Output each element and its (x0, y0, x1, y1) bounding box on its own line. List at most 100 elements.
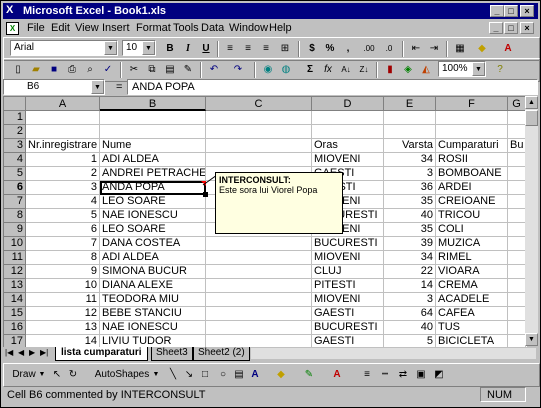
row-header[interactable]: 7 (4, 195, 26, 209)
cell-c14[interactable] (206, 293, 312, 307)
cell-g9[interactable] (508, 223, 526, 237)
cell-b7[interactable]: LEO SOARE (100, 195, 206, 209)
cell-b9[interactable]: LEO SOARE (100, 223, 206, 237)
cell-c3[interactable] (206, 139, 312, 153)
rectangle-icon[interactable]: □ (198, 367, 212, 383)
cell-a15[interactable]: 12 (26, 307, 100, 321)
cell-d3[interactable]: Oras (312, 139, 384, 153)
drawing-icon[interactable]: ◭ (418, 62, 434, 78)
sort-ascending-icon[interactable]: A↓ (338, 62, 354, 78)
cell-b8[interactable]: NAE IONESCU (100, 209, 206, 223)
cell-d16[interactable]: BUCURESTI (312, 321, 384, 335)
decrease-decimal-icon[interactable]: .0 (380, 41, 398, 57)
cell-c16[interactable] (206, 321, 312, 335)
row-header[interactable]: 4 (4, 153, 26, 167)
draw-menu-button[interactable]: Draw (10, 367, 38, 383)
prev-sheet-icon[interactable]: ◀ (18, 348, 24, 357)
sheet-tab[interactable]: Sheet3 (151, 347, 193, 361)
cell-a10[interactable]: 7 (26, 237, 100, 251)
minimize-button[interactable]: _ (490, 5, 504, 17)
cell-b12[interactable]: SIMONA BUCUR (100, 265, 206, 279)
cell-b11[interactable]: ADI ALDEA (100, 251, 206, 265)
menu-insert[interactable]: Insert (102, 22, 130, 35)
chevron-down-icon[interactable]: ▼ (91, 80, 104, 94)
line-color-icon[interactable]: ✎ (302, 367, 316, 383)
cell-g5[interactable] (508, 167, 526, 181)
save-icon[interactable]: ■ (46, 62, 62, 78)
next-sheet-icon[interactable]: ▶ (29, 348, 35, 357)
cell-a13[interactable]: 10 (26, 279, 100, 293)
vertical-scrollbar[interactable]: ▲ ▼ (525, 96, 538, 346)
cell-a4[interactable]: 1 (26, 153, 100, 167)
cut-icon[interactable]: ✂ (126, 62, 142, 78)
arrow-icon[interactable]: ↘ (182, 367, 196, 383)
cell-a12[interactable]: 9 (26, 265, 100, 279)
menu-file[interactable]: File (27, 22, 45, 35)
cell-d13[interactable]: PITESTI (312, 279, 384, 293)
oval-icon[interactable]: ○ (216, 367, 230, 383)
comma-style-icon[interactable]: , (340, 41, 356, 57)
format-painter-icon[interactable]: ✎ (180, 62, 196, 78)
decrease-indent-icon[interactable]: ⇤ (408, 41, 424, 57)
horizontal-scrollbar[interactable] (251, 348, 536, 359)
align-center-icon[interactable]: ≡ (240, 41, 256, 57)
cell-d11[interactable]: MIOVENI (312, 251, 384, 265)
doc-minimize-button[interactable]: _ (489, 22, 503, 34)
column-header-e[interactable]: E (384, 97, 436, 111)
zoom-select[interactable]: 100% ▼ (438, 61, 486, 77)
map-icon[interactable]: ◈ (400, 62, 416, 78)
menu-format[interactable]: Format (136, 22, 171, 35)
cell-d1[interactable] (312, 111, 384, 125)
cell-b14[interactable]: TEODORA MIU (100, 293, 206, 307)
cell-f15[interactable]: CAFEA (436, 307, 508, 321)
chart-wizard-icon[interactable]: ▮ (382, 62, 398, 78)
underline-button[interactable]: U (198, 41, 214, 57)
cell-c12[interactable] (206, 265, 312, 279)
column-header-c[interactable]: C (206, 97, 312, 111)
formula-input[interactable]: ANDA POPA (127, 79, 538, 95)
menu-tools[interactable]: Tools (173, 22, 199, 35)
workbook-icon[interactable]: X (6, 22, 19, 35)
row-header[interactable]: 5 (4, 167, 26, 181)
cell-f3[interactable]: Cumparaturi (436, 139, 508, 153)
cell-b1[interactable] (100, 111, 206, 125)
cell-g1[interactable] (508, 111, 526, 125)
cell-g15[interactable] (508, 307, 526, 321)
arrow-style-icon[interactable]: ⇄ (396, 367, 410, 383)
cell-d15[interactable]: GAESTI (312, 307, 384, 321)
sheet-tab-active[interactable]: lista cumparaturi (55, 347, 148, 361)
chevron-down-icon[interactable]: ▼ (104, 41, 117, 55)
text-box-icon[interactable]: ▤ (232, 367, 246, 383)
row-header[interactable]: 16 (4, 321, 26, 335)
column-header-f[interactable]: F (436, 97, 508, 111)
chevron-down-icon[interactable]: ▼ (38, 367, 46, 383)
select-all-corner[interactable] (4, 97, 26, 111)
paste-icon[interactable]: ▤ (162, 62, 178, 78)
chevron-down-icon[interactable]: ▼ (472, 62, 485, 76)
cell-f7[interactable]: CREIOANE (436, 195, 508, 209)
cell-d12[interactable]: CLUJ (312, 265, 384, 279)
fill-handle[interactable] (203, 192, 208, 197)
percent-icon[interactable]: % (322, 41, 338, 57)
undo-icon[interactable]: ↶ (206, 62, 222, 78)
cell-d4[interactable]: MIOVENI (312, 153, 384, 167)
column-header-b[interactable]: B (100, 97, 206, 111)
spelling-icon[interactable]: ✓ (100, 62, 116, 78)
cell-g8[interactable] (508, 209, 526, 223)
cell-e6[interactable]: 36 (384, 181, 436, 195)
cell-b4[interactable]: ADI ALDEA (100, 153, 206, 167)
chevron-down-icon[interactable]: ▼ (142, 41, 155, 55)
line-style-icon[interactable]: ≡ (360, 367, 374, 383)
print-icon[interactable]: ⎙ (64, 62, 80, 78)
cell-b3[interactable]: Nume (100, 139, 206, 153)
autosum-icon[interactable]: Σ (302, 62, 318, 78)
cell-f13[interactable]: CREMA (436, 279, 508, 293)
row-header[interactable]: 13 (4, 279, 26, 293)
font-name-select[interactable]: Arial ▼ (10, 40, 118, 56)
cell-g6[interactable] (508, 181, 526, 195)
cell-g16[interactable] (508, 321, 526, 335)
cell-e5[interactable]: 3 (384, 167, 436, 181)
row-header[interactable]: 8 (4, 209, 26, 223)
cell-a1[interactable] (26, 111, 100, 125)
row-header[interactable]: 1 (4, 111, 26, 125)
